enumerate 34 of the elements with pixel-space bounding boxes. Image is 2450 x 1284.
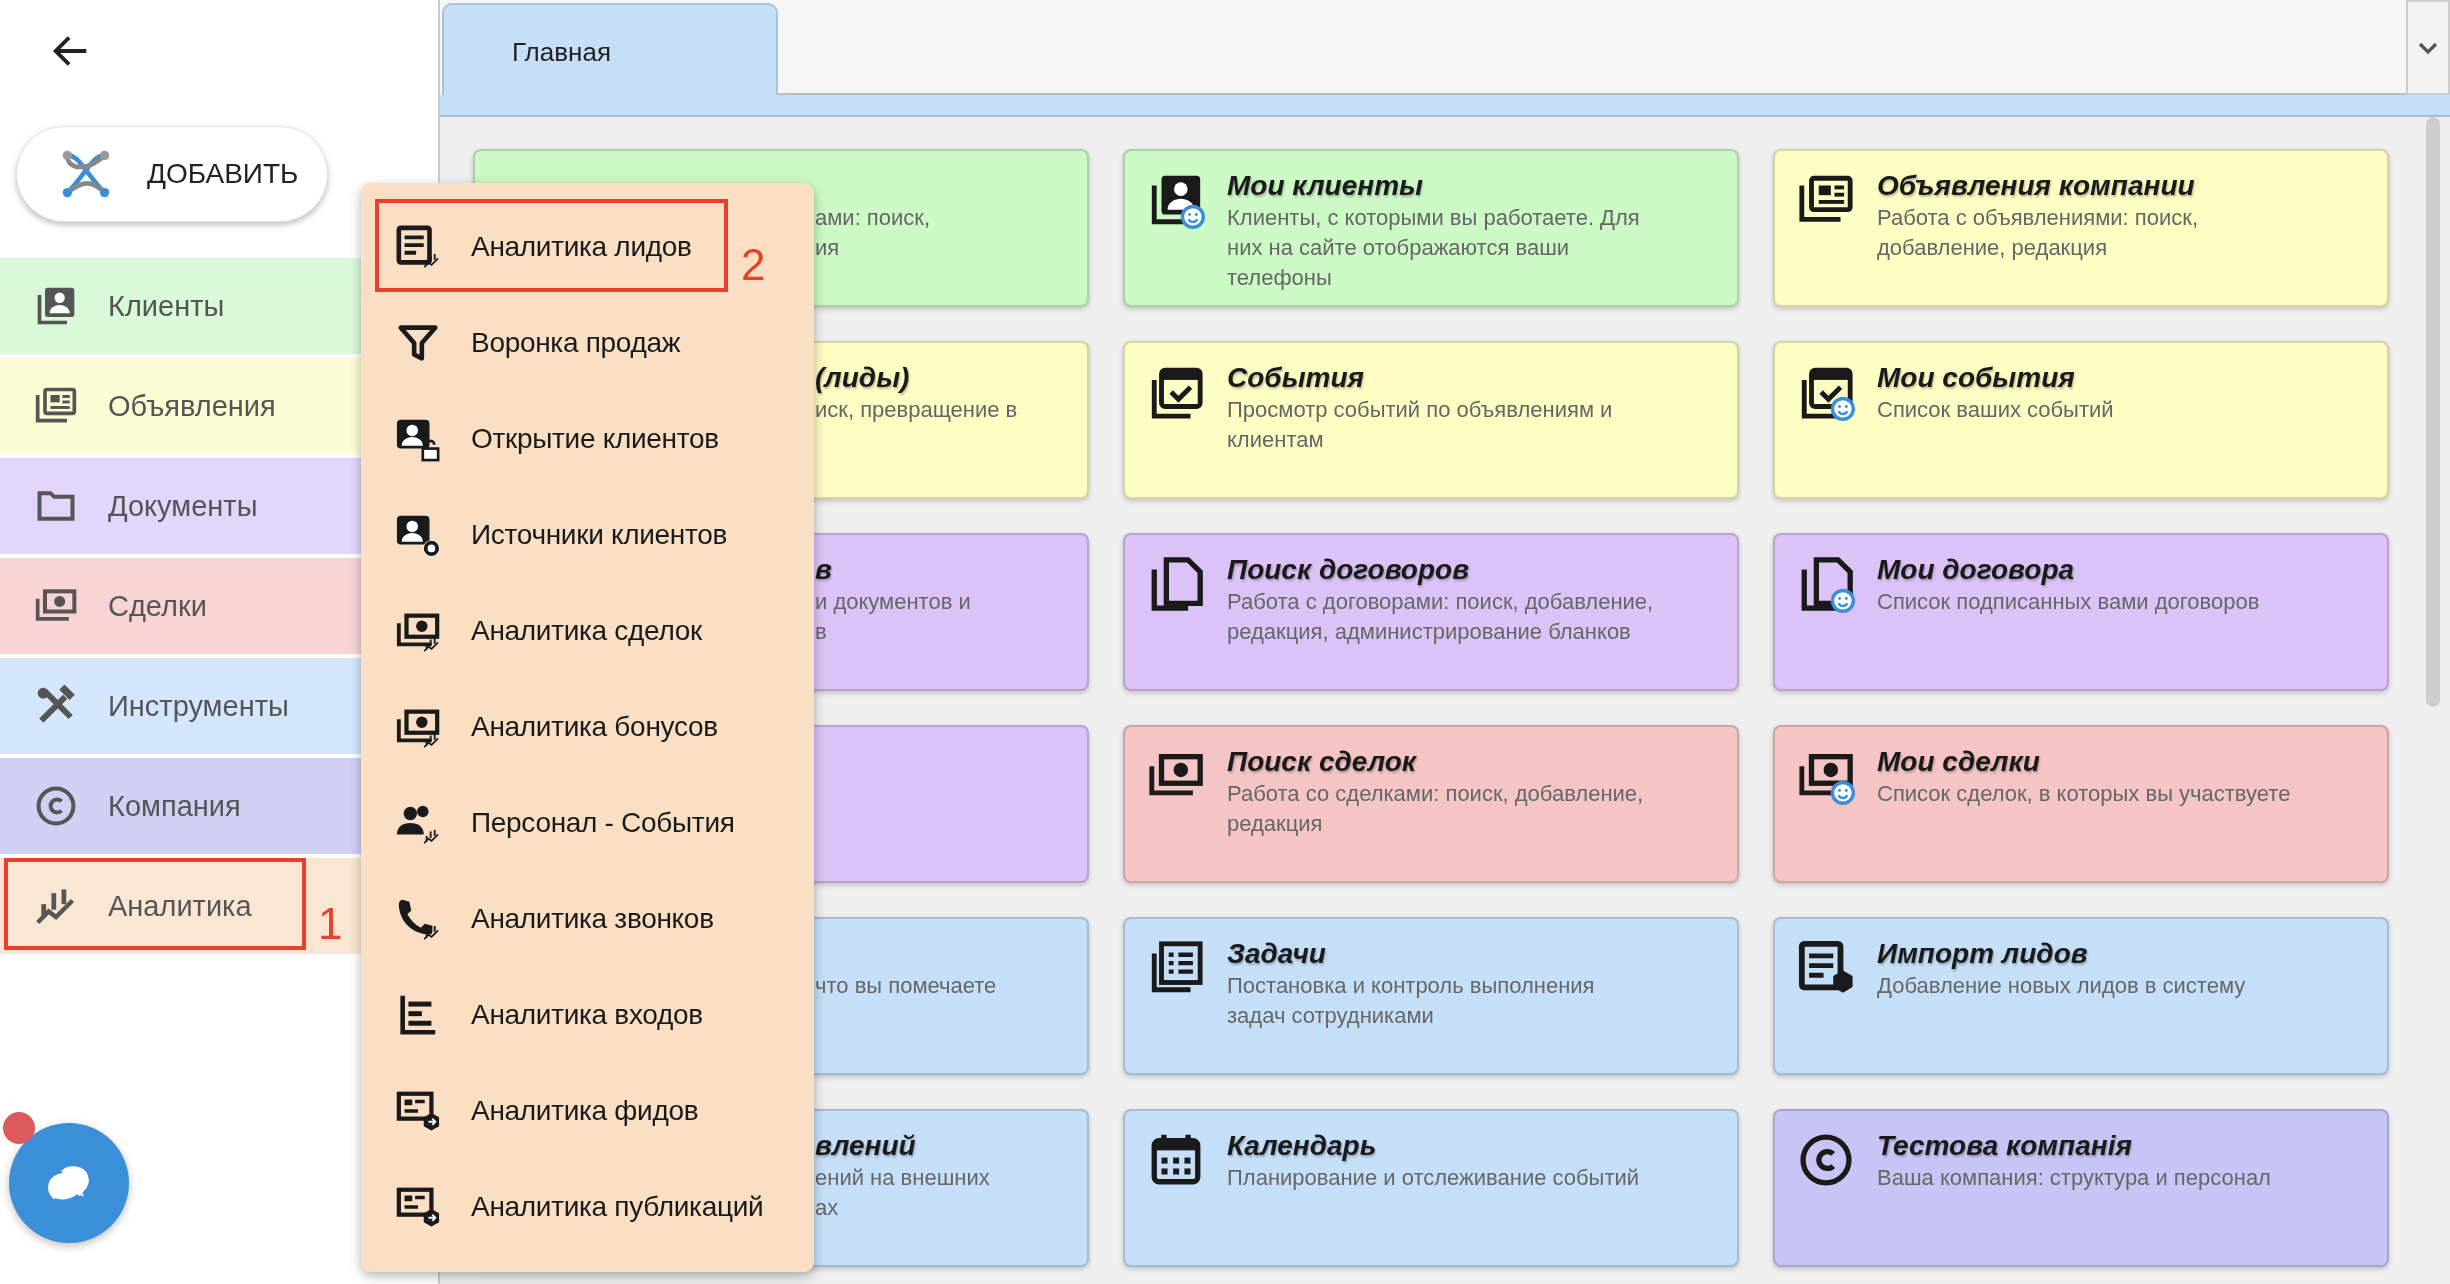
card-title: События — [1227, 361, 1366, 395]
card-description: Список ваших событий — [1877, 396, 2114, 424]
card-title: (лиды) — [815, 361, 911, 395]
card-title: Календарь — [1227, 1129, 1378, 1163]
card-description: Работа с объявлениями: поиск, добавление, редакция — [1877, 204, 2198, 262]
card-description: Ваша компания: структура и персонал — [1877, 1164, 2271, 1192]
card-description: иск, превращение в — [815, 396, 1018, 424]
card-title: в — [815, 553, 833, 587]
card-description: Постановка и контроль выполнения задач сотрудниками — [1227, 972, 1595, 1030]
card-title: Поиск договоров — [1227, 553, 1471, 587]
card-title: Мои клиенты — [1227, 169, 1424, 203]
card-description: Клиенты, с которыми вы работаете. Для них на сайте отображаются ваши телефоны — [1227, 204, 1640, 292]
annotation-number: 1 — [318, 902, 343, 946]
card-description: Просмотр событий по объявлениям и клиентам — [1227, 396, 1613, 454]
card-title: Мои события — [1877, 361, 2076, 395]
card-description: ами: поиск, ия — [815, 204, 931, 262]
annotation-number: 2 — [741, 243, 766, 287]
card-title: Объявления компании — [1877, 169, 2196, 203]
card-description: что вы помечаете — [815, 972, 997, 1000]
card-title: Мои сделки — [1877, 745, 2041, 779]
card-description: ений на внешних ах — [815, 1164, 990, 1222]
card-title: Тестова компанія — [1877, 1129, 2133, 1163]
card-description: и документов и в — [815, 588, 971, 646]
card-description: Работа с договорами: поиск, добавление, редакция, администрирование бланков — [1227, 588, 1654, 646]
card-title: влений — [815, 1129, 917, 1163]
card-description: Список подписанных вами договоров — [1877, 588, 2260, 616]
card-description: Работа со сделками: поиск, добавление, редакция — [1227, 780, 1644, 838]
card-title: Мои договора — [1877, 553, 2076, 587]
card-description: Список сделок, в которых вы участвуете — [1877, 780, 2291, 808]
card-title: Импорт лидов — [1877, 937, 2089, 971]
card-description: Добавление новых лидов в систему — [1877, 972, 2246, 1000]
card-description: Планирование и отслеживание событий — [1227, 1164, 1640, 1192]
card-title: Задачи — [1227, 937, 1327, 971]
card-title: Поиск сделок — [1227, 745, 1418, 779]
